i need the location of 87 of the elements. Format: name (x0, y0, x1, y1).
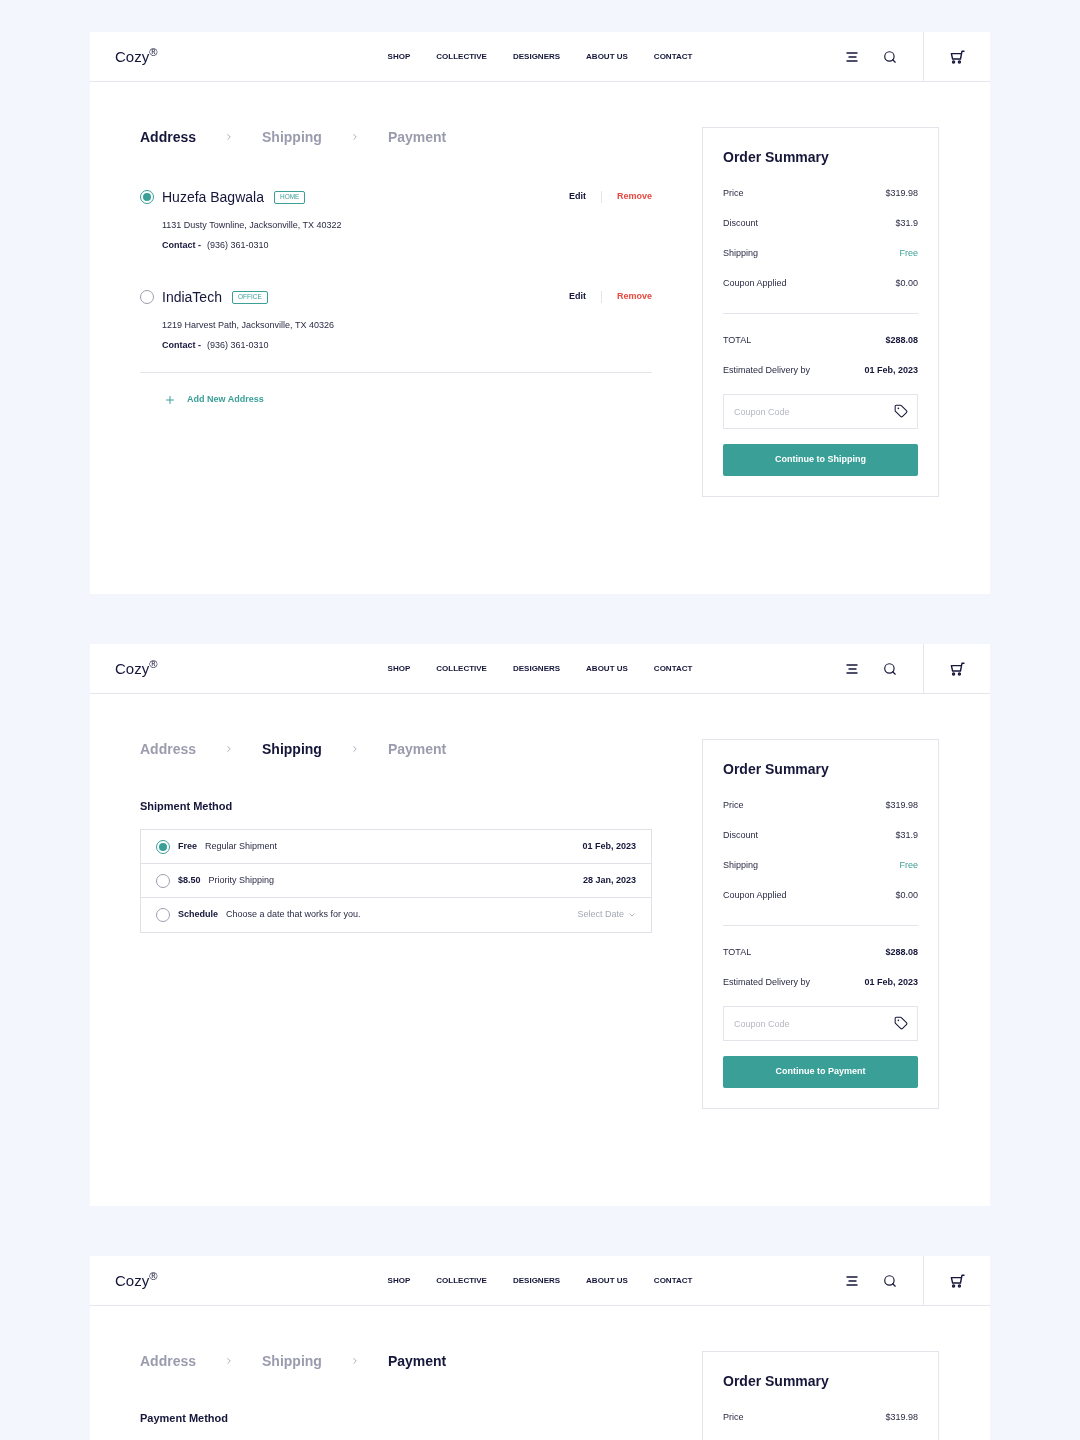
summary-total-value: 01 Feb, 2023 (864, 976, 918, 990)
brand-logo[interactable]: Cozy$^{®}$ (115, 1270, 158, 1291)
chevron-down-icon (628, 911, 636, 919)
nav-link[interactable]: ABOUT US (586, 50, 628, 63)
remove-button[interactable]: Remove (617, 190, 652, 204)
summary-value: $31.9 (895, 829, 918, 843)
nav-link[interactable]: CONTACT (653, 1274, 693, 1287)
summary-label: TOTAL (723, 946, 752, 960)
summary-label: Estimated Delivery by (723, 976, 811, 990)
cart-icon[interactable] (949, 1273, 965, 1288)
summary-label: Shipping (723, 859, 759, 873)
nav-link[interactable]: ABOUT US (586, 1274, 628, 1287)
tag-icon (894, 404, 908, 418)
summary-value: Free (899, 247, 918, 261)
address-line: 1219 Harvest Path, Jacksonville, TX 40326 (161, 319, 335, 332)
nav-link[interactable]: SHOP (387, 662, 411, 675)
nav-link[interactable]: SHOP (387, 1274, 411, 1287)
shipping-price: Schedule (178, 908, 218, 922)
summary-label: TOTAL (723, 334, 752, 348)
summary-total-value: $288.08 (885, 334, 918, 348)
menu-icon[interactable] (846, 51, 858, 62)
checkout-step[interactable]: Address (140, 127, 197, 147)
phone-number: (936) 361-0310 (207, 339, 269, 352)
shipping-description: Priority Shipping (208, 873, 275, 887)
plus-icon (164, 394, 176, 406)
summary-label: Price (723, 799, 744, 813)
summary-label: Estimated Delivery by (723, 364, 811, 378)
shipping-price: Free (178, 839, 197, 853)
order-summary-title: Order Summary (723, 760, 830, 779)
brand-logo[interactable]: Cozy$^{®}$ (115, 46, 158, 67)
search-icon[interactable] (883, 661, 897, 676)
summary-label: Price (723, 1411, 744, 1425)
address-line: 1131 Dusty Townline, Jacksonville, TX 40322 (161, 219, 343, 232)
nav-link[interactable]: DESIGNERS (512, 50, 561, 63)
summary-label: Coupon Applied (723, 889, 787, 903)
nav-link[interactable]: DESIGNERS (512, 1274, 561, 1287)
summary-value: $319.98 (885, 799, 918, 813)
order-summary-title: Order Summary (723, 148, 830, 167)
nav-link[interactable]: ABOUT US (586, 662, 628, 675)
summary-total-value: 01 Feb, 2023 (864, 364, 918, 378)
nav-link[interactable]: DESIGNERS (512, 662, 561, 675)
summary-label: Discount (723, 217, 758, 231)
delivery-date: 01 Feb, 2023 (582, 839, 636, 853)
phone-number: (936) 361-0310 (207, 239, 269, 252)
nav-link[interactable]: CONTACT (653, 662, 693, 675)
summary-value: $319.98 (885, 187, 918, 201)
summary-value: $0.00 (895, 277, 918, 291)
menu-icon[interactable] (846, 1275, 858, 1286)
nav-link[interactable]: COLLECTIVE (436, 662, 487, 675)
shipping-price: $8.50 (178, 873, 201, 887)
edit-button[interactable]: Edit (569, 190, 586, 204)
contact-label: Contact - (162, 339, 201, 352)
summary-label: Shipping (723, 247, 759, 261)
summary-value: $319.98 (885, 1411, 918, 1425)
search-icon[interactable] (883, 1273, 897, 1288)
nav-link[interactable]: COLLECTIVE (436, 50, 487, 63)
contact-label: Contact - (162, 239, 201, 252)
address-name: IndiaTech (162, 288, 222, 307)
nav-link[interactable]: SHOP (387, 50, 411, 63)
summary-total-value: $288.08 (885, 946, 918, 960)
shipping-description: Regular Shipment (205, 839, 278, 853)
menu-icon[interactable] (846, 663, 858, 674)
summary-label: Coupon Applied (723, 277, 787, 291)
coupon-field[interactable]: Coupon Code (723, 394, 918, 429)
brand-logo[interactable]: Cozy$^{®}$ (115, 658, 158, 679)
cart-icon[interactable] (949, 49, 965, 64)
coupon-field[interactable]: Coupon Code (723, 1006, 918, 1041)
section-title: Payment Method (140, 1411, 229, 1426)
tag-icon (894, 1016, 908, 1030)
order-summary-title: Order Summary (723, 1372, 830, 1391)
address-name: Huzefa Bagwala (162, 188, 264, 207)
summary-label: Price (723, 187, 744, 201)
checkout-step[interactable]: Payment (387, 1351, 447, 1371)
summary-value: Free (899, 859, 918, 873)
delivery-date: 28 Jan, 2023 (582, 873, 636, 887)
cart-icon[interactable] (949, 661, 965, 676)
summary-value: $0.00 (895, 889, 918, 903)
shipping-description: Choose a date that works for you. (226, 908, 361, 922)
search-icon[interactable] (883, 49, 897, 64)
nav-link[interactable]: COLLECTIVE (436, 1274, 487, 1287)
remove-button[interactable]: Remove (617, 290, 652, 304)
nav-link[interactable]: CONTACT (653, 50, 693, 63)
edit-button[interactable]: Edit (569, 290, 586, 304)
summary-value: $31.9 (895, 217, 918, 231)
checkout-step[interactable]: Shipping (262, 739, 322, 759)
summary-label: Discount (723, 829, 758, 843)
section-title: Shipment Method (140, 799, 234, 814)
